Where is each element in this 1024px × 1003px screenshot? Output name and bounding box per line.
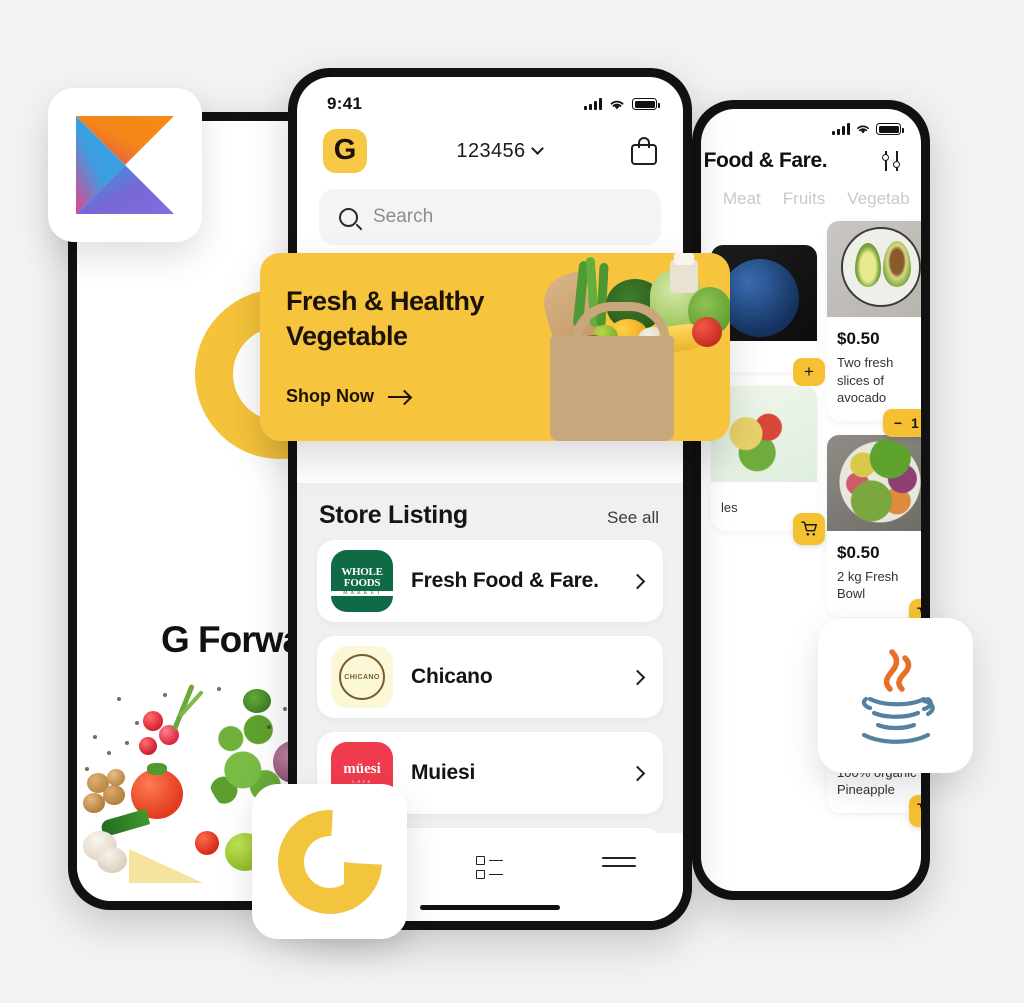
product-image bbox=[827, 434, 921, 531]
composition-stage: G Forward Food & Fare. Meat Fruits Veget… bbox=[0, 0, 1024, 1003]
store-header: Fresh Food & Fare. bbox=[701, 135, 921, 173]
quantity-stepper[interactable]: − 1 + bbox=[882, 408, 921, 437]
chevron-right-icon bbox=[629, 765, 646, 781]
store-logo-text: müesi bbox=[343, 760, 381, 777]
shopping-bag-icon[interactable] bbox=[630, 137, 657, 165]
grocery-bag-image bbox=[510, 253, 730, 441]
shop-now-button[interactable]: Shop Now bbox=[286, 386, 410, 407]
right-phone-frame: Fresh Food & Fare. Meat Fruits Vegetab bbox=[692, 100, 930, 900]
product-card-avocado[interactable]: − 1 + $0.50 Two fresh slices of avocado bbox=[827, 221, 921, 437]
promo-heading-line2: Vegetable bbox=[286, 320, 408, 351]
nav-menu-button[interactable] bbox=[601, 851, 636, 883]
section-header: Store Listing See all bbox=[297, 483, 683, 540]
store-row-fresh-food[interactable]: WHOLE FOODS M A R K E T Fresh Food & Far… bbox=[317, 540, 663, 622]
plus-button[interactable]: + bbox=[793, 358, 825, 386]
category-tabs: Meat Fruits Vegetab bbox=[701, 173, 921, 209]
nav-list-button[interactable] bbox=[473, 851, 507, 883]
store-name: Muiesi bbox=[411, 761, 476, 784]
g-logo-icon bbox=[256, 788, 403, 935]
store-row-chicano[interactable]: CHICANO Chicano bbox=[317, 636, 663, 718]
java-logo-icon bbox=[861, 648, 935, 744]
whole-foods-logo-icon: WHOLE FOODS M A R K E T bbox=[331, 550, 393, 612]
status-bar: 9:41 bbox=[297, 77, 683, 123]
store-title: Fresh Food & Fare. bbox=[701, 149, 828, 172]
chevron-right-icon bbox=[629, 669, 646, 685]
kotlin-logo-card bbox=[48, 88, 202, 242]
product-desc: 2 kg Fresh Bowl bbox=[837, 568, 899, 602]
shop-now-label: Shop Now bbox=[286, 386, 374, 406]
cart-icon bbox=[916, 803, 921, 812]
cart-button[interactable] bbox=[909, 794, 921, 827]
store-name: Chicano bbox=[411, 665, 493, 688]
promo-heading: Fresh & Healthy Vegetable bbox=[286, 284, 485, 353]
filter-sliders-icon[interactable] bbox=[881, 151, 903, 171]
g-logo-card bbox=[252, 784, 407, 939]
tab-fruits[interactable]: Fruits bbox=[783, 189, 826, 209]
see-all-link[interactable]: See all bbox=[607, 508, 659, 528]
location-code: 123456 bbox=[456, 139, 526, 162]
signal-bars-icon bbox=[584, 98, 602, 110]
status-indicators bbox=[584, 98, 660, 111]
tab-vegetables[interactable]: Vegetab bbox=[847, 189, 909, 209]
right-status-bar bbox=[701, 109, 921, 135]
home-indicator bbox=[420, 905, 560, 910]
wifi-icon bbox=[857, 125, 869, 134]
search-placeholder: Search bbox=[373, 206, 434, 227]
qty-value: 1 bbox=[911, 414, 919, 431]
signal-bars-icon bbox=[832, 123, 850, 135]
brand-letter: G bbox=[333, 133, 357, 166]
store-name: Fresh Food & Fare. bbox=[411, 569, 599, 592]
tab-meat[interactable]: Meat bbox=[723, 189, 761, 209]
java-logo-card bbox=[818, 618, 973, 773]
status-time: 9:41 bbox=[327, 94, 363, 113]
cart-icon bbox=[800, 521, 817, 536]
arrow-right-icon bbox=[388, 395, 410, 398]
product-info: $0.50 2 kg Fresh Bowl bbox=[827, 531, 921, 617]
wifi-icon bbox=[610, 100, 624, 109]
product-image bbox=[827, 221, 921, 317]
search-input[interactable]: Search bbox=[319, 189, 661, 245]
chevron-down-icon bbox=[530, 142, 544, 155]
product-price: $0.50 bbox=[837, 542, 880, 562]
brand-logo-icon[interactable]: G bbox=[323, 129, 367, 173]
app-header: G 123456 bbox=[297, 123, 683, 173]
product-price: $0.50 bbox=[837, 329, 880, 348]
product-desc: les bbox=[721, 500, 738, 515]
battery-icon bbox=[632, 98, 660, 110]
section-title: Store Listing bbox=[319, 501, 468, 529]
chicano-logo-icon: CHICANO bbox=[331, 646, 393, 708]
product-info: $0.50 Two fresh slices of avocado bbox=[827, 317, 921, 421]
product-card-bowl[interactable]: $0.50 2 kg Fresh Bowl bbox=[827, 434, 921, 631]
right-phone-screen: Fresh Food & Fare. Meat Fruits Vegetab bbox=[701, 109, 921, 891]
store-logo-text: WHOLE FOODS bbox=[341, 565, 383, 589]
kotlin-logo-icon bbox=[76, 116, 174, 214]
cart-button[interactable] bbox=[793, 512, 825, 545]
tote-bag-icon bbox=[550, 302, 674, 441]
promo-banner[interactable]: Fresh & Healthy Vegetable Shop Now bbox=[260, 253, 730, 441]
store-logo-text: CHICANO bbox=[344, 673, 380, 681]
search-icon bbox=[339, 207, 358, 227]
battery-icon bbox=[876, 123, 904, 135]
promo-heading-line1: Fresh & Healthy bbox=[286, 286, 485, 316]
product-desc: Two fresh slices of avocado bbox=[837, 355, 894, 406]
menu-icon bbox=[601, 857, 636, 868]
chevron-right-icon bbox=[629, 573, 646, 589]
store-logo-subtext: M A R K E T bbox=[331, 590, 393, 596]
qty-decrease-button[interactable]: − bbox=[894, 416, 902, 430]
location-selector[interactable]: 123456 bbox=[456, 139, 544, 163]
